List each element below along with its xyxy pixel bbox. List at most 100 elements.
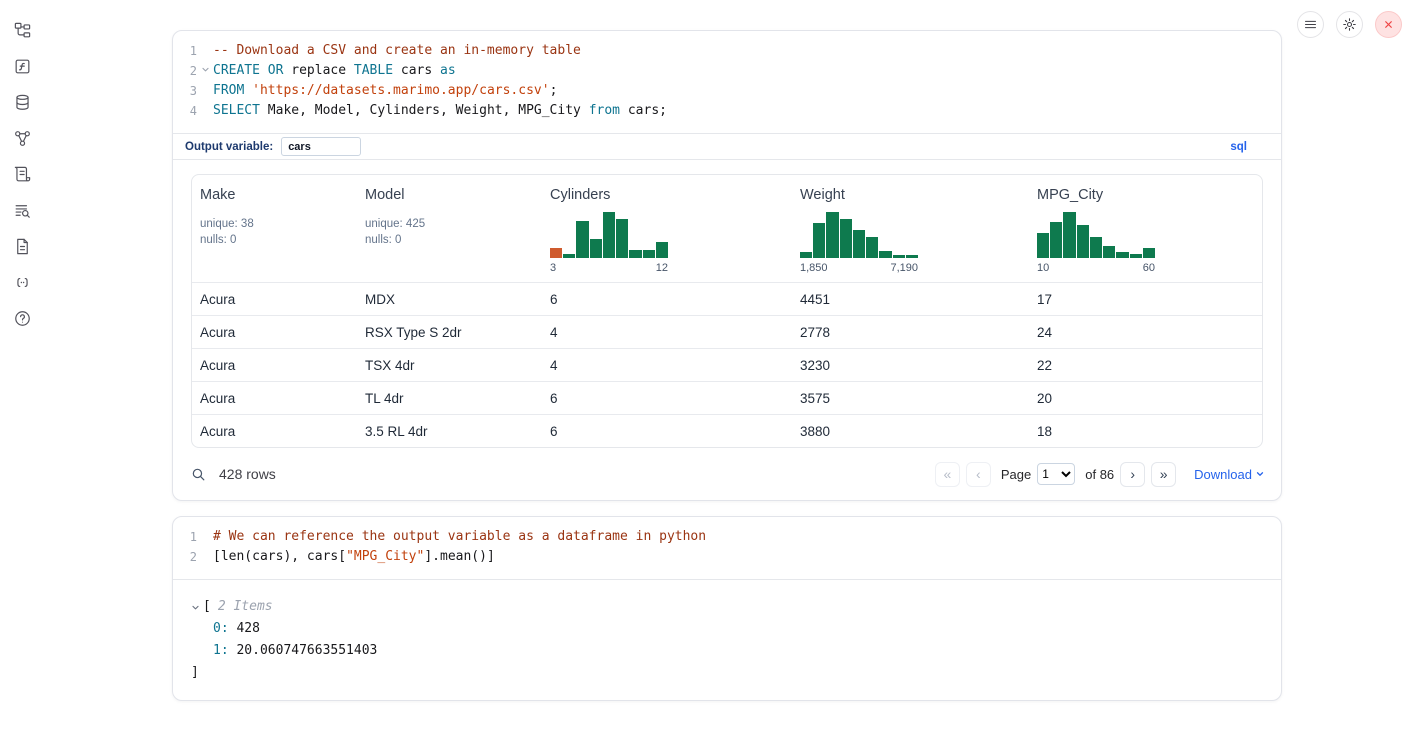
column-header-cylinders[interactable]: Cylinders 312 bbox=[542, 175, 792, 282]
settings-button[interactable] bbox=[1336, 11, 1363, 38]
database-icon[interactable] bbox=[12, 92, 32, 112]
histogram-bar[interactable] bbox=[853, 230, 865, 258]
code-line[interactable]: 2[len(cars), cars["MPG_City"].mean()] bbox=[173, 547, 1281, 567]
column-name: Cylinders bbox=[550, 187, 784, 203]
table-cell: Acura bbox=[192, 358, 357, 373]
search-icon[interactable] bbox=[189, 465, 207, 483]
items-count-label: 2 Items bbox=[218, 596, 273, 618]
histogram-bar[interactable] bbox=[563, 254, 575, 258]
histogram-bar[interactable] bbox=[590, 239, 602, 258]
table-cell: 3.5 RL 4dr bbox=[357, 424, 542, 439]
code-line[interactable]: 3FROM 'https://datasets.marimo.app/cars.… bbox=[173, 81, 1281, 101]
histogram-bar[interactable] bbox=[629, 250, 641, 258]
histogram-bar[interactable] bbox=[1103, 246, 1115, 258]
column-name: Make bbox=[200, 187, 349, 203]
dependency-graph-icon[interactable] bbox=[12, 128, 32, 148]
output-entries: 0: 4281: 20.060747663551403 bbox=[213, 618, 1263, 662]
scratchpad-icon[interactable] bbox=[12, 164, 32, 184]
column-name: Weight bbox=[800, 187, 1021, 203]
histogram-bar[interactable] bbox=[643, 250, 655, 258]
histogram-bar[interactable] bbox=[1143, 248, 1155, 258]
menu-button[interactable] bbox=[1297, 11, 1324, 38]
code-line[interactable]: 2CREATE OR replace TABLE cars as bbox=[173, 61, 1281, 81]
page-label: Page bbox=[1001, 467, 1031, 482]
open-bracket: [ bbox=[203, 596, 211, 618]
output-variable-input[interactable] bbox=[281, 137, 361, 156]
histogram-axis: 312 bbox=[550, 262, 668, 274]
histogram-bar[interactable] bbox=[813, 223, 825, 258]
table-cell: 22 bbox=[1029, 358, 1262, 373]
histogram-bar[interactable] bbox=[1063, 212, 1075, 258]
table-cell: TL 4dr bbox=[357, 391, 542, 406]
python-code-editor[interactable]: 1# We can reference the output variable … bbox=[173, 517, 1281, 579]
fold-chevron-icon[interactable] bbox=[197, 61, 213, 81]
shutdown-button[interactable] bbox=[1375, 11, 1402, 38]
documentation-icon[interactable] bbox=[12, 236, 32, 256]
histogram-bar[interactable] bbox=[1050, 222, 1062, 258]
language-badge[interactable]: sql bbox=[1230, 141, 1247, 153]
histogram-bar[interactable] bbox=[550, 248, 562, 258]
table-header: Makeunique: 38nulls: 0Modelunique: 425nu… bbox=[192, 175, 1262, 282]
data-table: Makeunique: 38nulls: 0Modelunique: 425nu… bbox=[191, 174, 1263, 448]
histogram-bar[interactable] bbox=[1090, 237, 1102, 258]
histogram-bar[interactable] bbox=[906, 255, 918, 258]
histogram-bar[interactable] bbox=[1077, 225, 1089, 258]
output-tree-root: [ 2 Items bbox=[191, 596, 1263, 618]
histogram-bar[interactable] bbox=[866, 237, 878, 258]
snippets-icon[interactable] bbox=[12, 272, 32, 292]
histogram-axis: 1,8507,190 bbox=[800, 262, 918, 274]
table-row[interactable]: AcuraTSX 4dr4323022 bbox=[192, 348, 1262, 381]
column-header-model[interactable]: Modelunique: 425nulls: 0 bbox=[357, 175, 542, 282]
column-header-make[interactable]: Makeunique: 38nulls: 0 bbox=[192, 175, 357, 282]
code-line[interactable]: 4SELECT Make, Model, Cylinders, Weight, … bbox=[173, 101, 1281, 121]
histogram-bar[interactable] bbox=[616, 219, 628, 258]
table-row[interactable]: AcuraTL 4dr6357520 bbox=[192, 381, 1262, 414]
histogram-bar[interactable] bbox=[879, 251, 891, 258]
histogram-weight[interactable] bbox=[800, 210, 918, 258]
help-icon[interactable] bbox=[12, 308, 32, 328]
function-icon[interactable] bbox=[12, 56, 32, 76]
table-row[interactable]: Acura3.5 RL 4dr6388018 bbox=[192, 414, 1262, 447]
next-page-button[interactable]: › bbox=[1120, 462, 1145, 487]
code-text: FROM 'https://datasets.marimo.app/cars.c… bbox=[213, 81, 557, 101]
logs-icon[interactable] bbox=[12, 200, 32, 220]
table-cell: 3575 bbox=[792, 391, 1029, 406]
first-page-button[interactable]: « bbox=[935, 462, 960, 487]
table-cell: 6 bbox=[542, 424, 792, 439]
table-cell: 6 bbox=[542, 292, 792, 307]
histogram-axis: 1060 bbox=[1037, 262, 1155, 274]
histogram-bar[interactable] bbox=[1037, 233, 1049, 258]
histogram-bar[interactable] bbox=[893, 255, 905, 258]
code-line[interactable]: 1# We can reference the output variable … bbox=[173, 527, 1281, 547]
histogram-bar[interactable] bbox=[840, 219, 852, 258]
histogram-bar[interactable] bbox=[1116, 252, 1128, 258]
table-cell: MDX bbox=[357, 292, 542, 307]
histogram-bar[interactable] bbox=[603, 212, 615, 258]
line-number: 1 bbox=[173, 41, 197, 61]
sql-code-editor[interactable]: 1-- Download a CSV and create an in-memo… bbox=[173, 31, 1281, 133]
code-line[interactable]: 1-- Download a CSV and create an in-memo… bbox=[173, 41, 1281, 61]
table-cell: 3230 bbox=[792, 358, 1029, 373]
download-button[interactable]: Download bbox=[1194, 467, 1265, 482]
histogram-bar[interactable] bbox=[826, 212, 838, 258]
table-body: AcuraMDX6445117AcuraRSX Type S 2dr427782… bbox=[192, 282, 1262, 447]
histogram-mpg_city[interactable] bbox=[1037, 210, 1155, 258]
last-page-button[interactable]: » bbox=[1151, 462, 1176, 487]
histogram-cylinders[interactable] bbox=[550, 210, 668, 258]
histogram-bar[interactable] bbox=[656, 242, 668, 258]
table-cell: Acura bbox=[192, 391, 357, 406]
column-header-weight[interactable]: Weight 1,8507,190 bbox=[792, 175, 1029, 282]
collapse-icon[interactable] bbox=[191, 603, 203, 612]
histogram-bar[interactable] bbox=[576, 221, 588, 258]
prev-page-button[interactable]: ‹ bbox=[966, 462, 991, 487]
histogram-bar[interactable] bbox=[800, 252, 812, 258]
table-row[interactable]: AcuraMDX6445117 bbox=[192, 282, 1262, 315]
histogram-bar[interactable] bbox=[1130, 254, 1142, 258]
column-header-mpg_city[interactable]: MPG_City 1060 bbox=[1029, 175, 1262, 282]
output-variable-row: Output variable: sql bbox=[173, 133, 1281, 160]
column-name: MPG_City bbox=[1037, 187, 1254, 203]
page-select[interactable]: 1 bbox=[1037, 463, 1075, 485]
file-tree-icon[interactable] bbox=[12, 20, 32, 40]
code-text: [len(cars), cars["MPG_City"].mean()] bbox=[213, 547, 495, 567]
table-row[interactable]: AcuraRSX Type S 2dr4277824 bbox=[192, 315, 1262, 348]
